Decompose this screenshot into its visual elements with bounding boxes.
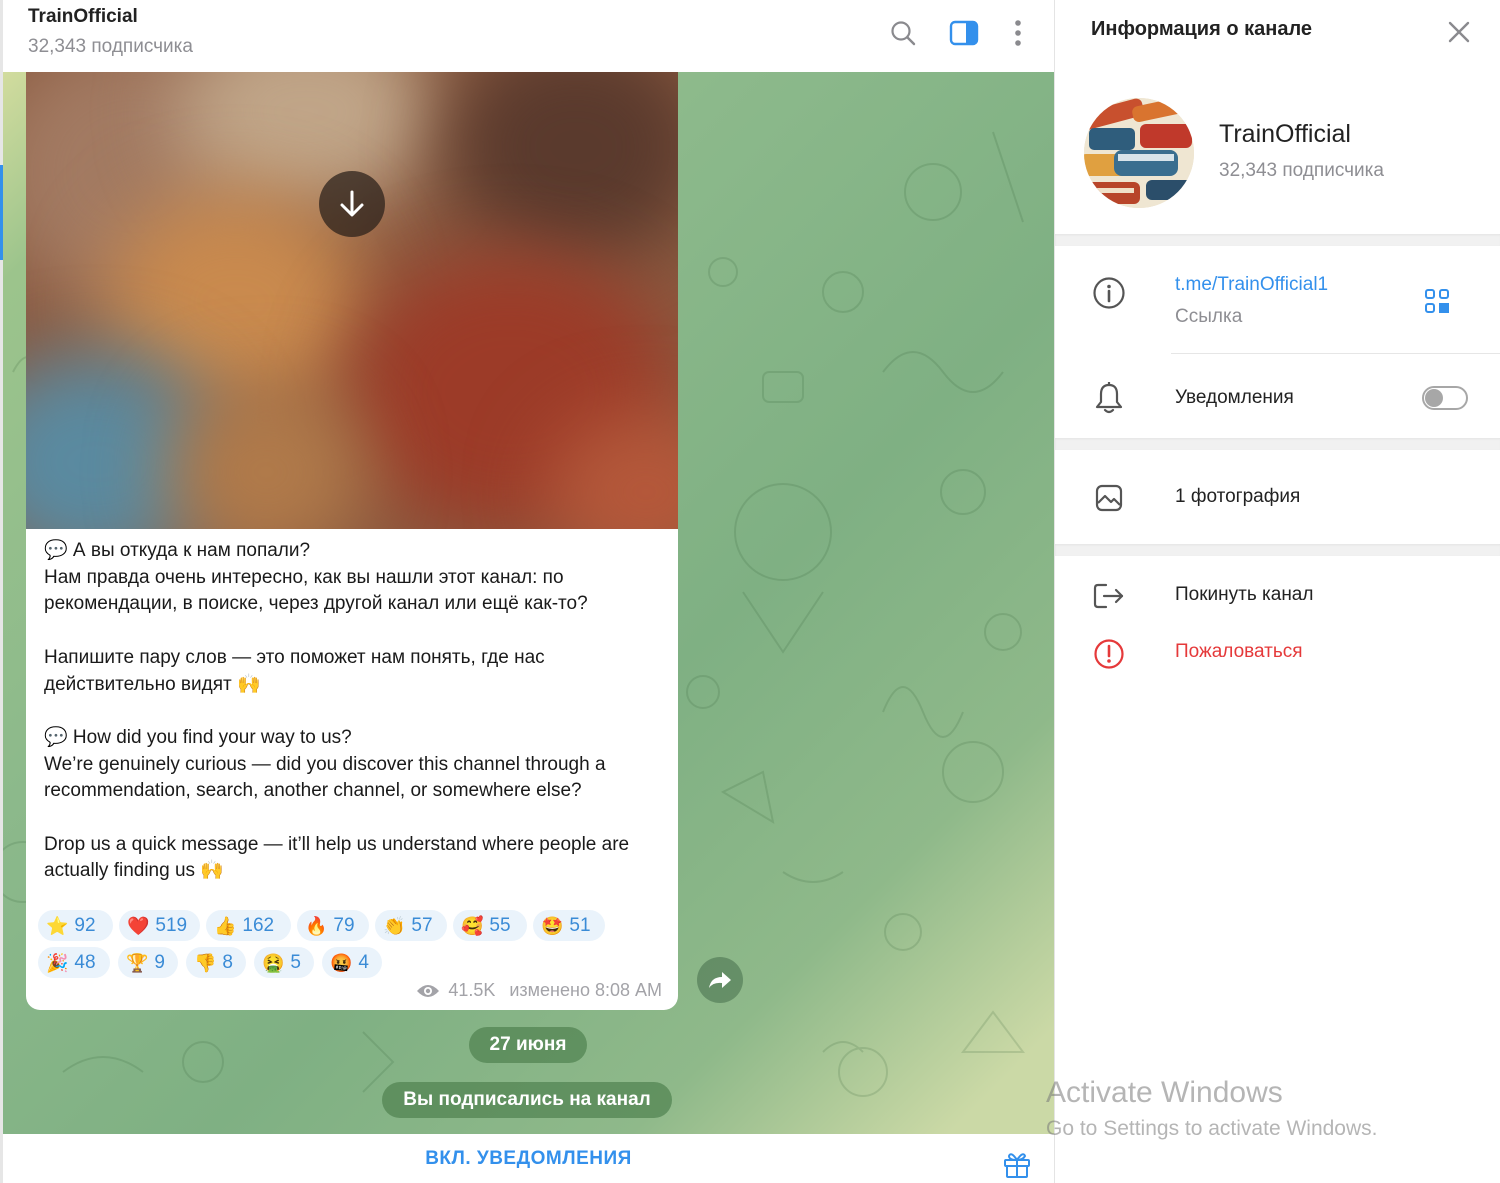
reaction-chip[interactable]: 🥰 55 bbox=[453, 910, 527, 941]
chat-area[interactable]: 💬 А вы откуда к нам попали? Нам правда о… bbox=[3, 72, 1054, 1134]
search-icon[interactable] bbox=[886, 16, 920, 50]
notifications-label: Уведомления bbox=[1175, 387, 1294, 408]
section-separator bbox=[1055, 438, 1500, 450]
reaction-chip[interactable]: 👍 162 bbox=[206, 910, 291, 941]
channel-post[interactable]: 💬 А вы откуда к нам попали? Нам правда о… bbox=[26, 72, 678, 1010]
sidebar-toggle-icon[interactable] bbox=[947, 16, 981, 50]
arrow-down-icon bbox=[340, 190, 364, 217]
bottom-bar: ВКЛ. УВЕДОМЛЕНИЯ bbox=[3, 1134, 1054, 1183]
reaction-chip[interactable]: 🎉 48 bbox=[38, 947, 110, 978]
post-text: 💬 А вы откуда к нам попали? Нам правда о… bbox=[44, 540, 630, 882]
notifications-toggle[interactable] bbox=[1422, 386, 1468, 410]
close-icon[interactable] bbox=[1445, 18, 1473, 51]
channel-subscribers: 32,343 подписчика bbox=[1219, 160, 1384, 181]
photos-label[interactable]: 1 фотография bbox=[1175, 486, 1300, 508]
post-photo-blurred[interactable] bbox=[26, 72, 678, 529]
reaction-chip[interactable]: ⭐ 92 bbox=[38, 910, 113, 941]
eye-icon bbox=[417, 984, 440, 997]
post-meta: 41.5K изменено 8:08 AM bbox=[416, 980, 662, 1001]
reaction-chip[interactable]: 🤩 51 bbox=[533, 910, 605, 941]
joined-service-message: Вы подписались на канал bbox=[382, 1082, 672, 1118]
bell-icon bbox=[1091, 380, 1127, 416]
gift-icon[interactable] bbox=[1002, 1149, 1032, 1183]
leave-channel-button[interactable]: Покинуть канал bbox=[1175, 584, 1313, 606]
activate-windows-watermark: Activate Windows bbox=[1046, 1076, 1283, 1109]
panel-title: Информация о канале bbox=[1091, 18, 1313, 40]
report-warning-icon bbox=[1091, 636, 1127, 672]
reaction-chip[interactable]: 🏆 9 bbox=[118, 947, 178, 978]
reaction-chip[interactable]: 👎 8 bbox=[186, 947, 246, 978]
photo-gallery-icon bbox=[1091, 480, 1127, 516]
channel-link[interactable]: t.me/TrainOfficial1 bbox=[1175, 274, 1328, 296]
view-count: 41.5K bbox=[448, 980, 496, 1000]
channel-avatar[interactable] bbox=[1084, 98, 1194, 208]
date-separator: 27 июня bbox=[469, 1027, 587, 1063]
forward-button[interactable] bbox=[697, 957, 743, 1003]
reaction-chip[interactable]: 🔥 79 bbox=[297, 910, 369, 941]
reaction-chip[interactable]: 🤬 4 bbox=[322, 947, 382, 978]
section-separator bbox=[1055, 234, 1500, 246]
reaction-chip[interactable]: ❤️ 519 bbox=[119, 910, 200, 941]
activate-windows-hint: Go to Settings to activate Windows. bbox=[1046, 1117, 1378, 1140]
enable-notifications-button[interactable]: ВКЛ. УВЕДОМЛЕНИЯ bbox=[3, 1134, 1054, 1183]
reaction-chip[interactable]: 👏 57 bbox=[375, 910, 447, 941]
row-divider bbox=[1171, 353, 1500, 354]
chat-header[interactable]: TrainOfficial 32,343 подписчика bbox=[3, 0, 1054, 72]
info-icon bbox=[1091, 275, 1127, 311]
leave-icon bbox=[1091, 578, 1127, 614]
section-separator bbox=[1055, 544, 1500, 556]
more-vertical-icon[interactable] bbox=[1001, 16, 1035, 50]
qr-code-icon[interactable] bbox=[1423, 287, 1451, 320]
channel-info-panel: Информация о канале TrainOfficial 32,343… bbox=[1054, 0, 1500, 1183]
edited-time: изменено 8:08 AM bbox=[509, 980, 662, 1000]
reaction-chip[interactable]: 🤮 5 bbox=[254, 947, 314, 978]
chat-title[interactable]: TrainOfficial bbox=[28, 6, 138, 28]
report-button[interactable]: Пожаловаться bbox=[1175, 641, 1303, 663]
chat-subtitle: 32,343 подписчика bbox=[28, 36, 193, 57]
toggle-knob bbox=[1425, 389, 1443, 407]
link-caption: Ссылка bbox=[1175, 306, 1243, 327]
channel-name: TrainOfficial bbox=[1219, 120, 1351, 148]
share-arrow-icon bbox=[709, 972, 731, 988]
download-button[interactable] bbox=[319, 171, 385, 237]
